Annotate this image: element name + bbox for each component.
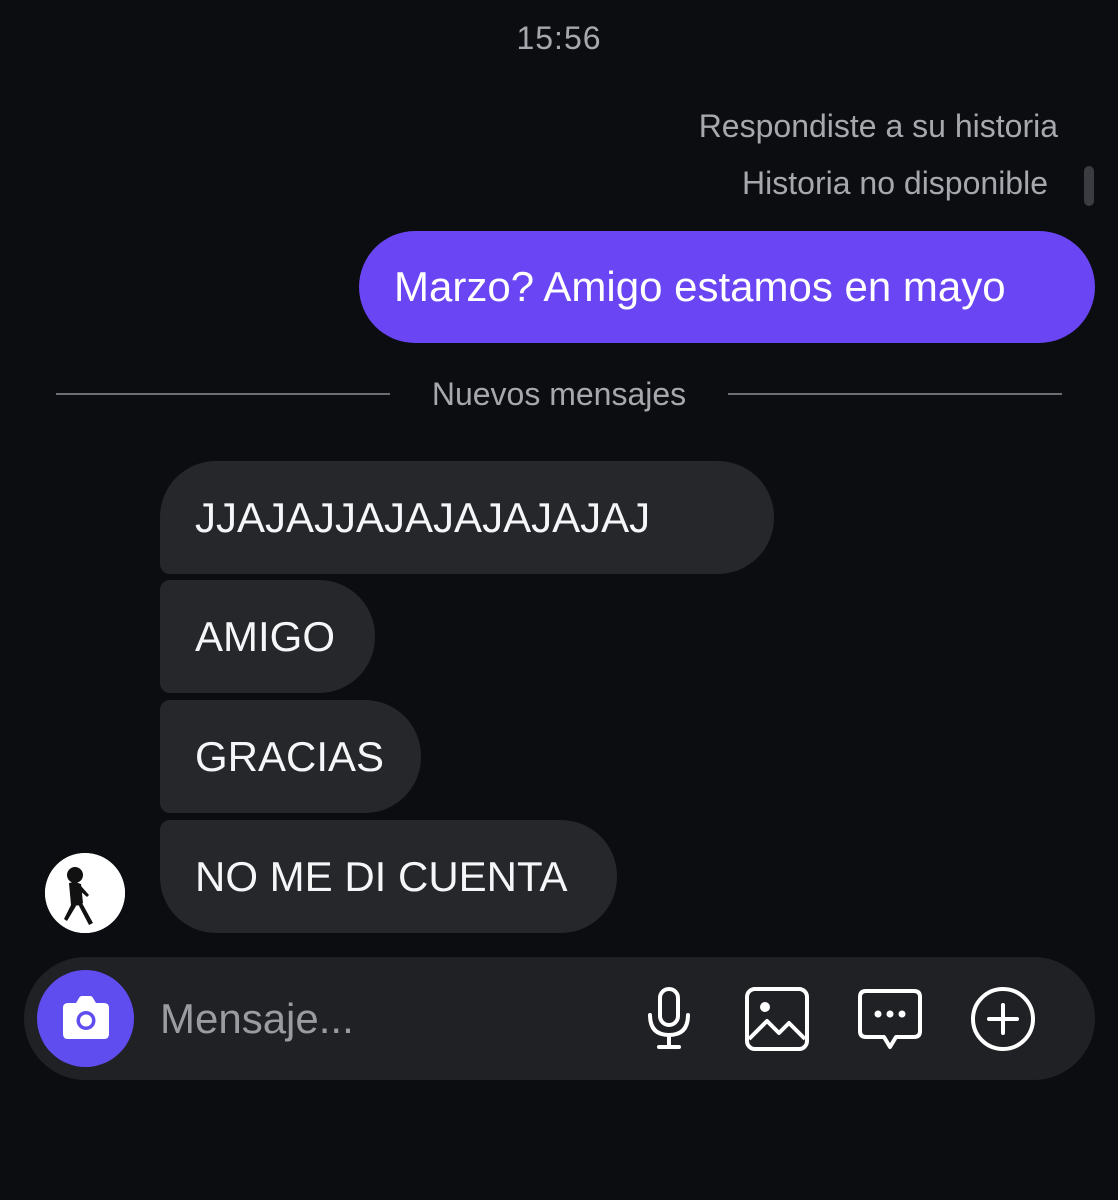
avatar[interactable] — [45, 853, 125, 933]
message-composer — [24, 957, 1095, 1080]
microphone-icon — [648, 987, 690, 1049]
microphone-button[interactable] — [635, 985, 703, 1053]
incoming-message[interactable]: AMIGO — [160, 580, 375, 693]
divider-label: Nuevos mensajes — [431, 376, 687, 412]
outgoing-message[interactable]: Marzo? Amigo estamos en mayo — [359, 231, 1095, 343]
avatar-image — [45, 853, 125, 933]
plus-icon — [971, 987, 1035, 1051]
incoming-message[interactable]: JJAJAJJAJAJAJAJAJAJ — [160, 461, 774, 574]
camera-button[interactable] — [37, 970, 134, 1067]
story-reply-label: Respondiste a su historia — [698, 108, 1058, 144]
camera-icon — [63, 996, 109, 1039]
story-reply-bar — [1084, 166, 1094, 206]
story-unavailable-label[interactable]: Historia no disponible — [742, 165, 1048, 202]
new-messages-divider: Nuevos mensajes — [56, 374, 1062, 414]
sticker-button[interactable] — [856, 985, 924, 1053]
divider-line-left — [56, 393, 390, 395]
sticker-icon — [858, 989, 922, 1049]
message-input[interactable] — [160, 987, 600, 1051]
timestamp: 15:56 — [516, 20, 602, 56]
gallery-button[interactable] — [743, 985, 811, 1053]
image-icon — [745, 987, 809, 1051]
add-button[interactable] — [969, 985, 1037, 1053]
incoming-message[interactable]: GRACIAS — [160, 700, 421, 813]
incoming-message[interactable]: NO ME DI CUENTA — [160, 820, 617, 933]
divider-line-right — [728, 393, 1062, 395]
